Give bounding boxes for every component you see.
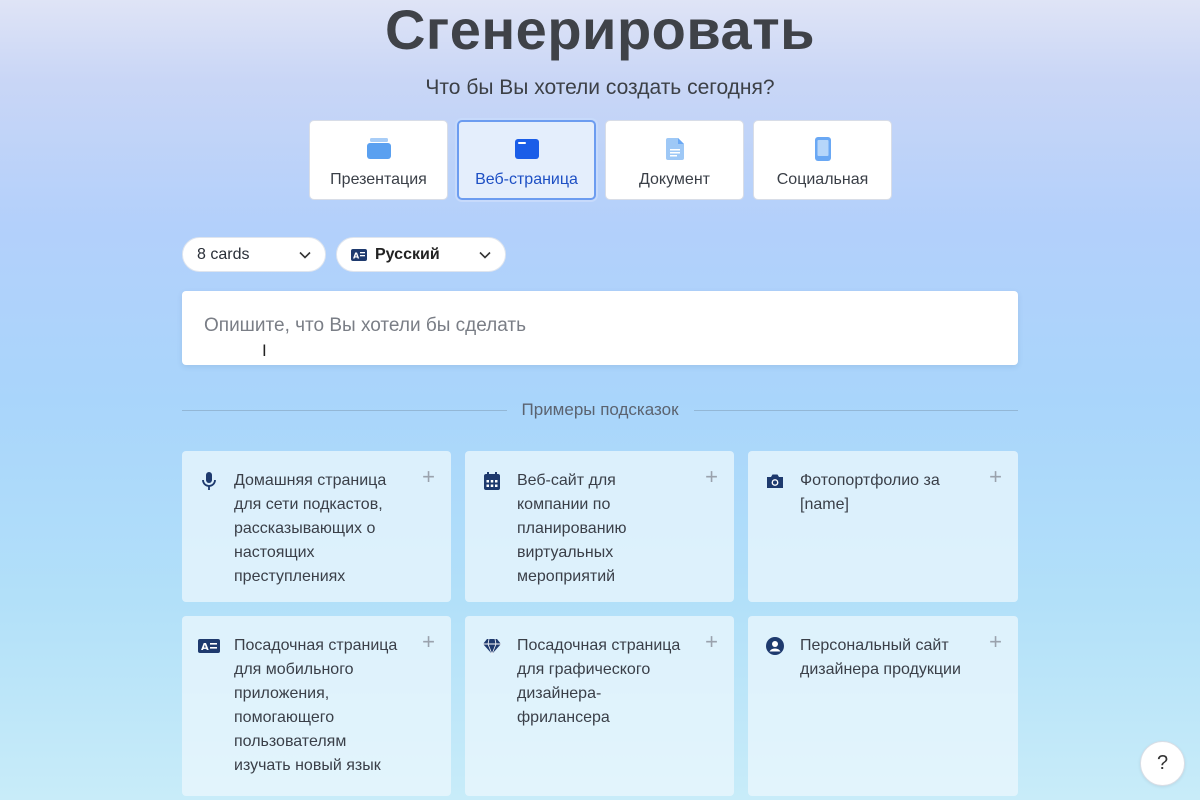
translate-icon: A — [198, 639, 220, 653]
example-card[interactable]: Домашняя страница для сети подкастов, ра… — [182, 451, 451, 602]
content-type-selector: Презентация Веб-страница Документ Социал… — [309, 120, 892, 200]
example-card[interactable]: Веб-сайт для компании по планированию ви… — [465, 451, 734, 602]
type-presentation-button[interactable]: Презентация — [309, 120, 448, 200]
type-social-label: Социальная — [776, 171, 869, 188]
page-subtitle: Что бы Вы хотели создать сегодня? — [425, 76, 775, 99]
add-icon[interactable]: + — [989, 631, 1002, 653]
chevron-down-icon — [299, 251, 311, 259]
type-webpage-button[interactable]: Веб-страница — [457, 120, 596, 200]
example-card[interactable]: Посадочная страница для графического диз… — [465, 616, 734, 796]
document-icon — [662, 137, 688, 161]
help-button[interactable]: ? — [1140, 741, 1185, 786]
microphone-icon — [202, 472, 216, 490]
text-cursor-icon: Ⅰ — [262, 341, 267, 360]
add-icon[interactable]: + — [705, 466, 718, 488]
example-card[interactable]: A Посадочная страница для мобильного при… — [182, 616, 451, 796]
type-document-button[interactable]: Документ — [605, 120, 744, 200]
type-document-label: Документ — [639, 171, 710, 188]
svg-text:A: A — [353, 251, 360, 260]
add-icon[interactable]: + — [422, 466, 435, 488]
phone-icon — [810, 137, 836, 161]
type-presentation-label: Презентация — [330, 171, 427, 188]
examples-divider: Примеры подсказок — [182, 400, 1019, 420]
cards-count-select[interactable]: 8 cards — [182, 237, 326, 272]
example-text: Фотопортфолио за [name] — [800, 472, 940, 513]
example-text: Посадочная страница для графического диз… — [517, 637, 681, 726]
example-text: Домашняя страница для сети подкастов, ра… — [234, 472, 387, 585]
divider-line — [693, 409, 1019, 411]
example-card[interactable]: Фотопортфолио за [name] + — [748, 451, 1018, 602]
webpage-icon — [514, 137, 540, 161]
user-circle-icon — [766, 637, 784, 655]
prompt-input[interactable]: Опишите, что Вы хотели бы сделать Ⅰ — [182, 291, 1018, 365]
example-text: Персональный сайт дизайнера продукции — [800, 637, 961, 678]
example-text: Посадочная страница для мобильного прило… — [234, 637, 398, 774]
divider-line — [182, 409, 507, 411]
language-value: Русский — [375, 245, 440, 263]
svg-text:A: A — [201, 642, 209, 653]
add-icon[interactable]: + — [422, 631, 435, 653]
generation-options: 8 cards A Русский — [182, 237, 506, 272]
translate-icon: A — [351, 248, 367, 261]
help-label: ? — [1156, 752, 1169, 774]
language-select[interactable]: A Русский — [336, 237, 506, 272]
add-icon[interactable]: + — [989, 466, 1002, 488]
calendar-icon — [484, 472, 500, 490]
presentation-icon — [366, 137, 392, 161]
page-title: Сгенерировать — [384, 0, 816, 61]
type-social-button[interactable]: Социальная — [753, 120, 892, 200]
prompt-placeholder: Опишите, что Вы хотели бы сделать — [204, 315, 527, 336]
add-icon[interactable]: + — [705, 631, 718, 653]
cards-count-value: 8 cards — [197, 245, 250, 263]
example-card[interactable]: Персональный сайт дизайнера продукции + — [748, 616, 1018, 796]
examples-grid: Домашняя страница для сети подкастов, ра… — [182, 451, 1018, 796]
diamond-icon — [483, 638, 501, 655]
examples-heading: Примеры подсказок — [521, 400, 679, 419]
chevron-down-icon — [479, 251, 491, 259]
example-text: Веб-сайт для компании по планированию ви… — [517, 472, 627, 585]
type-webpage-label: Веб-страница — [475, 171, 578, 188]
camera-icon — [767, 474, 783, 488]
